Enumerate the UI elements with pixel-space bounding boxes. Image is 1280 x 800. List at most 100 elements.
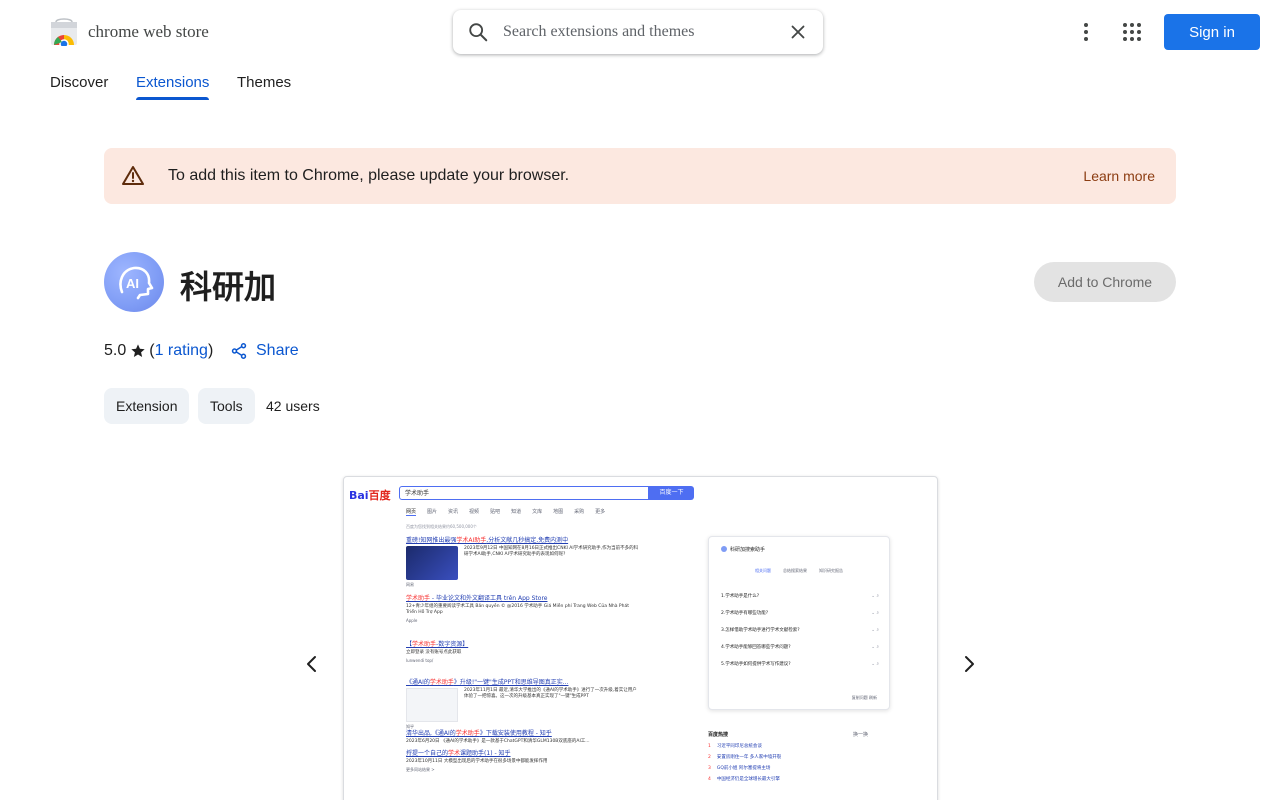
result-title-b: 》下载安装使用教程 - 知乎 [479,730,552,737]
baidu-search-button: 百度一下 [649,486,694,500]
result-desc: 12+青少年组的重要阅读学术工具 Bản quyền © @2016 学术助手 … [406,604,629,615]
hot-item-text: 安置房刚住一年 多人家中墙开裂 [716,755,782,760]
result-title-a: 清华出品,《通AI的 [406,730,456,737]
panel-question: 3.怎样借助学术助手进行学术文献检索? [721,627,879,633]
result-source: 更多同站结果 > [406,767,435,772]
ai-logo-icon: AI [119,266,154,300]
extension-screenshot[interactable]: Bai百度 学术助手 百度一下 网页 图片 资讯 视频 贴吧 知道 文库 地图 采购 更多 百度为… [343,476,938,800]
hot-rank: 3 [708,766,711,771]
hot-item: 1 习近平同印尼总统会谈 [708,743,890,749]
tab-themes[interactable]: Themes [237,74,291,91]
hot-item: 4 中国经济仍是全球增长最大引擎 [708,776,890,782]
result-thumbnail [406,688,458,722]
panel-tab: 知识研究报告 [819,568,843,573]
search-input[interactable] [503,20,773,44]
rating-value: 5.0 [104,342,127,359]
result-title: 《通AI的学术助手》升级!"一键"生成PPT和思维导图真正实... [406,677,641,686]
carousel-next-icon[interactable] [957,652,981,676]
rating-paren-close: ) [207,342,214,359]
learn-more-link[interactable]: Learn more [1083,168,1155,184]
chip-extension[interactable]: Extension [104,388,190,424]
baidu-nav-item: 图片 [427,509,438,515]
result-title-em: 学术助手 [455,730,480,737]
baidu-nav-item: 更多 [595,509,606,515]
update-browser-banner: To add this item to Chrome, please updat… [104,148,1176,204]
hot-search-title: 百度热搜 换一换 [708,731,890,738]
search-result: 清华出品,《通AI的学术助手》下载安装使用教程 - 知乎 2023年6月20日 … [406,728,641,745]
result-title-b: -数字资源】 [436,641,469,648]
share-icon [231,343,247,359]
carousel-prev-icon[interactable] [300,652,324,676]
banner-message: To add this item to Chrome, please updat… [168,167,570,184]
hot-item-text: GQ前小姐 阿尔塞提将主场 [716,766,771,771]
result-title-b: - 毕业论文和外文翻译工具 trên App Store [430,595,548,602]
share-label: Share [256,342,299,359]
result-title-b: 课题助手(1) - 知乎 [460,750,511,757]
search-box[interactable] [453,10,823,54]
assistant-panel: 科研加搜索助手 相关问题 总结搜索结果 知识研究报告 1.学术助手是什么? 2.学术… [708,536,890,710]
baidu-nav-item: 采购 [574,509,585,515]
baidu-logo: Bai百度 [349,487,391,503]
result-title: 【学术助手-数字资源】 [406,639,641,648]
hot-item-text: 习近平同印尼总统会谈 [716,744,762,749]
panel-footer: 复制问题 刷新 [851,695,877,700]
result-title-em: 学术 [448,750,461,757]
result-title-a: 《通AI的 [406,679,430,686]
result-title-a: 重磅!知网推出最强 [406,537,457,544]
svg-text:AI: AI [126,276,139,291]
baidu-nav-item: 资讯 [448,509,459,515]
tab-discover[interactable]: Discover [50,74,108,91]
search-result: 学术助手 - 毕业论文和外文翻译工具 trên App Store 12+青少年… [406,593,641,623]
panel-question: 1.学术助手是什么? [721,593,879,599]
search-icon[interactable] [467,21,489,43]
result-desc: 2023年10月11日 大模型出现后的学术助手在很多场景中都能发挥作用 [406,759,548,764]
active-tab-indicator [136,97,210,100]
hot-item: 2 安置房刚住一年 多人家中墙开裂 [708,754,890,760]
baidu-nav: 网页 图片 资讯 视频 贴吧 知道 文库 地图 采购 更多 [406,508,616,516]
extension-icon: AI [104,252,164,312]
chip-tools[interactable]: Tools [198,388,255,424]
baidu-nav-item: 地图 [553,509,564,515]
panel-tabs: 相关问题 总结搜索结果 知识研究报告 [755,568,855,574]
panel-question: 2.学术助手有哪些功能? [721,610,879,616]
baidu-result-count: 百度为您找到相关结果约60,500,000个 [406,524,477,529]
baidu-logo-b: 百度 [368,489,391,502]
sign-in-button[interactable]: Sign in [1164,14,1260,50]
result-title-em: 学术AI助手 [456,537,487,544]
panel-question: 4.学术助手能够回答哪些学术问题? [721,644,879,650]
result-title-b: ,分析文献几秒搞定,免费内测中 [486,537,569,544]
clear-search-icon[interactable] [787,21,809,43]
result-title-em: 学术助手 [412,641,437,648]
result-title-b: 》升级!"一键"生成PPT和思维导图真正实... [453,679,569,686]
baidu-nav-item: 知道 [511,509,522,515]
result-desc: 2023年6月20日 《通AI的学术助手》是一款基于ChatGPT和清华GLM1… [406,739,590,744]
extension-title: 科研加 [180,269,277,305]
search-result: 捋提一个自己的学术课题助手(1) - 知乎 2023年10月11日 大模型出现后… [406,748,641,773]
tab-label: Themes [237,74,292,91]
result-title-em: 学术助手 [406,595,431,602]
hot-item-text: 中国经济仍是全球增长最大引擎 [716,777,780,782]
result-thumbnail [406,546,458,580]
rating-count-link[interactable]: 1 rating [155,342,208,360]
more-options-icon[interactable] [1074,20,1098,44]
star-icon [131,344,145,357]
add-to-chrome-button[interactable]: Add to Chrome [1034,262,1176,302]
baidu-nav-item: 网页 [406,509,417,516]
result-desc: 立即登录 没有账号点此获取 [406,650,462,655]
user-count: 42 users [266,398,320,414]
result-title: 重磅!知网推出最强学术AI助手,分析文献几秒搞定,免费内测中 [406,535,641,544]
rating-row: 5.0 (1 rating) [104,342,213,360]
search-result: 重磅!知网推出最强学术AI助手,分析文献几秒搞定,免费内测中 2023年9月12… [406,535,641,588]
hot-refresh: 换一换 [852,732,868,738]
baidu-nav-item: 视频 [469,509,480,515]
share-button[interactable]: Share [230,342,299,360]
hot-item: 3 GQ前小姐 阿尔塞提将主场 [708,765,890,771]
search-result: 【学术助手-数字资源】 立即登录 没有账号点此获取 lunwendi top/ [406,639,641,663]
brand-name[interactable]: chrome web store [88,22,209,42]
chrome-web-store-logo-icon[interactable] [50,18,78,46]
tab-extensions[interactable]: Extensions [136,74,210,100]
panel-tab: 总结搜索结果 [783,568,807,573]
hot-rank: 1 [708,744,711,749]
google-apps-icon[interactable] [1120,20,1144,44]
warning-icon [122,166,144,185]
